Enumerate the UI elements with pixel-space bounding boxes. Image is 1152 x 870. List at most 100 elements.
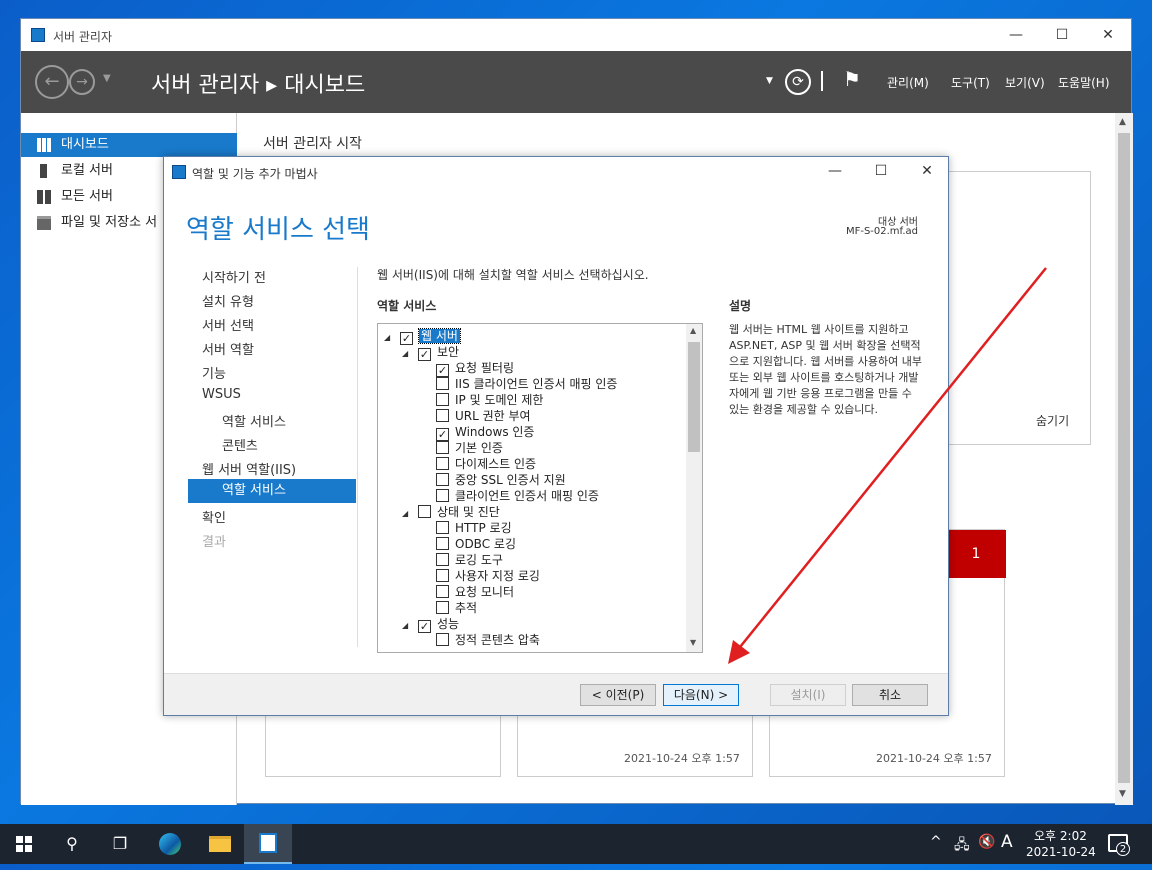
menu-manage[interactable]: 관리(M) — [887, 74, 929, 91]
checkbox[interactable] — [436, 521, 449, 534]
flag-icon[interactable]: ⚑ — [843, 67, 861, 91]
close-button[interactable]: ✕ — [1085, 19, 1131, 51]
expand-toggle-icon[interactable]: ◢ — [384, 330, 396, 346]
wizard-nav-item[interactable]: 역할 서비스 — [222, 411, 286, 430]
checkbox[interactable] — [436, 601, 449, 614]
tree-item[interactable]: 기본 인증 — [436, 440, 503, 456]
wizard-nav-item[interactable]: 서버 역할 — [202, 339, 254, 358]
dropdown-icon[interactable]: ▼ — [766, 76, 773, 86]
notification-center-icon[interactable]: 2 — [1108, 834, 1130, 856]
checkbox[interactable] — [436, 441, 449, 454]
scroll-up-icon[interactable]: ▲ — [1119, 117, 1126, 127]
wizard-nav-item[interactable]: 시작하기 전 — [202, 267, 266, 286]
tree-scroll-up-icon[interactable]: ▲ — [690, 326, 696, 335]
checkbox[interactable] — [436, 553, 449, 566]
checkbox[interactable] — [436, 473, 449, 486]
tree-item[interactable]: ODBC 로깅 — [436, 536, 516, 552]
forward-button[interactable]: → — [69, 69, 95, 95]
checkbox[interactable] — [436, 489, 449, 502]
clock-time[interactable]: 오후 2:02 — [1034, 827, 1087, 844]
role-services-tree[interactable]: ◢ ✓ 웹 서버 ◢ ✓ 보안 ✓ 요청 필터링 IIS 클라이언트 인증서 매핑 인증 IP 및… — [377, 323, 703, 653]
cancel-button[interactable]: 취소 — [852, 684, 928, 706]
tree-item[interactable]: IP 및 도메인 제한 — [436, 392, 543, 408]
tree-item[interactable]: 클라이언트 인증서 매핑 인증 — [436, 488, 599, 504]
search-icon[interactable]: ⚲ — [48, 824, 96, 864]
wizard-nav-item[interactable]: 설치 유형 — [202, 291, 254, 310]
wizard-nav-item[interactable]: 확인 — [202, 507, 226, 526]
file-explorer-icon[interactable] — [196, 824, 244, 864]
tree-item[interactable]: 다이제스트 인증 — [436, 456, 536, 472]
tree-scrollbar[interactable]: ▲ ▼ — [686, 324, 702, 652]
wizard-nav-item[interactable]: 웹 서버 역할(IIS) — [202, 459, 296, 478]
wizard-nav-item[interactable]: 기능 — [202, 363, 226, 382]
tree-item[interactable]: ◢ ✓ 성능 — [402, 616, 459, 634]
network-icon[interactable]: 🖧 — [954, 834, 970, 858]
scroll-down-icon[interactable]: ▼ — [1119, 789, 1126, 799]
next-button[interactable]: 다음(N) > — [663, 684, 739, 706]
checkbox[interactable] — [436, 585, 449, 598]
tree-item[interactable]: IIS 클라이언트 인증서 매핑 인증 — [436, 376, 617, 392]
clock-date[interactable]: 2021-10-24 — [1026, 845, 1096, 859]
alert-badge[interactable]: 1 — [946, 530, 1006, 578]
welcome-panel: 숨기기 — [931, 171, 1091, 445]
install-button[interactable]: 설치(I) — [770, 684, 846, 706]
tree-item[interactable]: 중앙 SSL 인증서 지원 — [436, 472, 566, 488]
server-manager-taskbar-icon[interactable] — [244, 824, 292, 864]
checkbox[interactable] — [418, 505, 431, 518]
scroll-thumb[interactable] — [1118, 133, 1130, 783]
checkbox[interactable] — [436, 569, 449, 582]
wizard-nav-item[interactable]: WSUS — [202, 387, 241, 402]
tray-chevron-icon[interactable]: ^ — [930, 834, 942, 850]
checkbox[interactable] — [436, 393, 449, 406]
expand-toggle-icon[interactable]: ◢ — [402, 506, 414, 522]
wizard-nav-item[interactable]: 역할 서비스 — [188, 479, 356, 503]
server-tile-2[interactable]: 2021-10-24 오후 1:57 — [517, 709, 753, 777]
start-button[interactable] — [0, 824, 48, 864]
checkbox[interactable] — [436, 537, 449, 550]
dialog-maximize-button[interactable]: ☐ — [858, 157, 904, 185]
tree-item[interactable]: ✓ Windows 인증 — [436, 424, 534, 441]
tree-item[interactable]: HTTP 로깅 — [436, 520, 512, 536]
tree-item[interactable]: 요청 모니터 — [436, 584, 514, 600]
tree-item[interactable]: 추적 — [436, 600, 477, 616]
checkbox[interactable] — [436, 409, 449, 422]
ime-indicator[interactable]: A — [1001, 832, 1013, 852]
tree-item[interactable]: ◢ ✓ 보안 — [402, 344, 459, 362]
dialog-close-button[interactable]: ✕ — [904, 157, 950, 185]
minimize-button[interactable]: — — [993, 19, 1039, 51]
maximize-button[interactable]: ☐ — [1039, 19, 1085, 51]
dialog-minimize-button[interactable]: — — [812, 157, 858, 185]
sidebar-item-dashboard[interactable]: 대시보드 — [21, 133, 237, 157]
previous-button[interactable]: < 이전(P) — [580, 684, 656, 706]
tree-item[interactable]: ✓ 요청 필터링 — [436, 360, 514, 377]
menu-view[interactable]: 보기(V) — [1005, 74, 1045, 91]
tree-item[interactable]: 정적 콘텐츠 압축 — [436, 632, 540, 648]
tree-item[interactable]: 로깅 도구 — [436, 552, 503, 568]
task-view-icon[interactable]: ❐ — [96, 824, 144, 864]
history-dropdown-icon[interactable]: ▼ — [103, 73, 111, 84]
tree-scroll-down-icon[interactable]: ▼ — [690, 638, 696, 647]
expand-toggle-icon[interactable]: ◢ — [402, 618, 414, 634]
checkbox[interactable]: ✓ — [418, 620, 431, 633]
refresh-icon[interactable]: ⟳ — [785, 69, 811, 95]
menu-help[interactable]: 도움말(H) — [1058, 74, 1110, 91]
menu-tools[interactable]: 도구(T) — [951, 74, 990, 91]
hide-link[interactable]: 숨기기 — [1036, 412, 1069, 429]
expand-toggle-icon[interactable]: ◢ — [402, 346, 414, 362]
tree-item[interactable]: ◢ ✓ 웹 서버 — [384, 328, 461, 346]
checkbox[interactable] — [436, 633, 449, 646]
wizard-nav-item[interactable]: 서버 선택 — [202, 315, 254, 334]
wizard-nav-item[interactable]: 콘텐츠 — [222, 435, 258, 454]
tree-item[interactable]: URL 권한 부여 — [436, 408, 531, 424]
back-button[interactable]: ← — [35, 65, 69, 99]
tree-item[interactable]: 사용자 지정 로깅 — [436, 568, 540, 584]
vertical-scrollbar[interactable]: ▲ ▼ — [1115, 113, 1133, 805]
checkbox[interactable]: ✓ — [418, 348, 431, 361]
volume-muted-icon[interactable]: 🔇 — [978, 834, 995, 850]
tree-item[interactable]: ◢ 상태 및 진단 — [402, 504, 500, 520]
checkbox[interactable] — [436, 377, 449, 390]
edge-icon[interactable] — [146, 824, 194, 864]
tree-scroll-thumb[interactable] — [688, 342, 700, 452]
server-tile-1[interactable] — [265, 709, 501, 777]
checkbox[interactable] — [436, 457, 449, 470]
